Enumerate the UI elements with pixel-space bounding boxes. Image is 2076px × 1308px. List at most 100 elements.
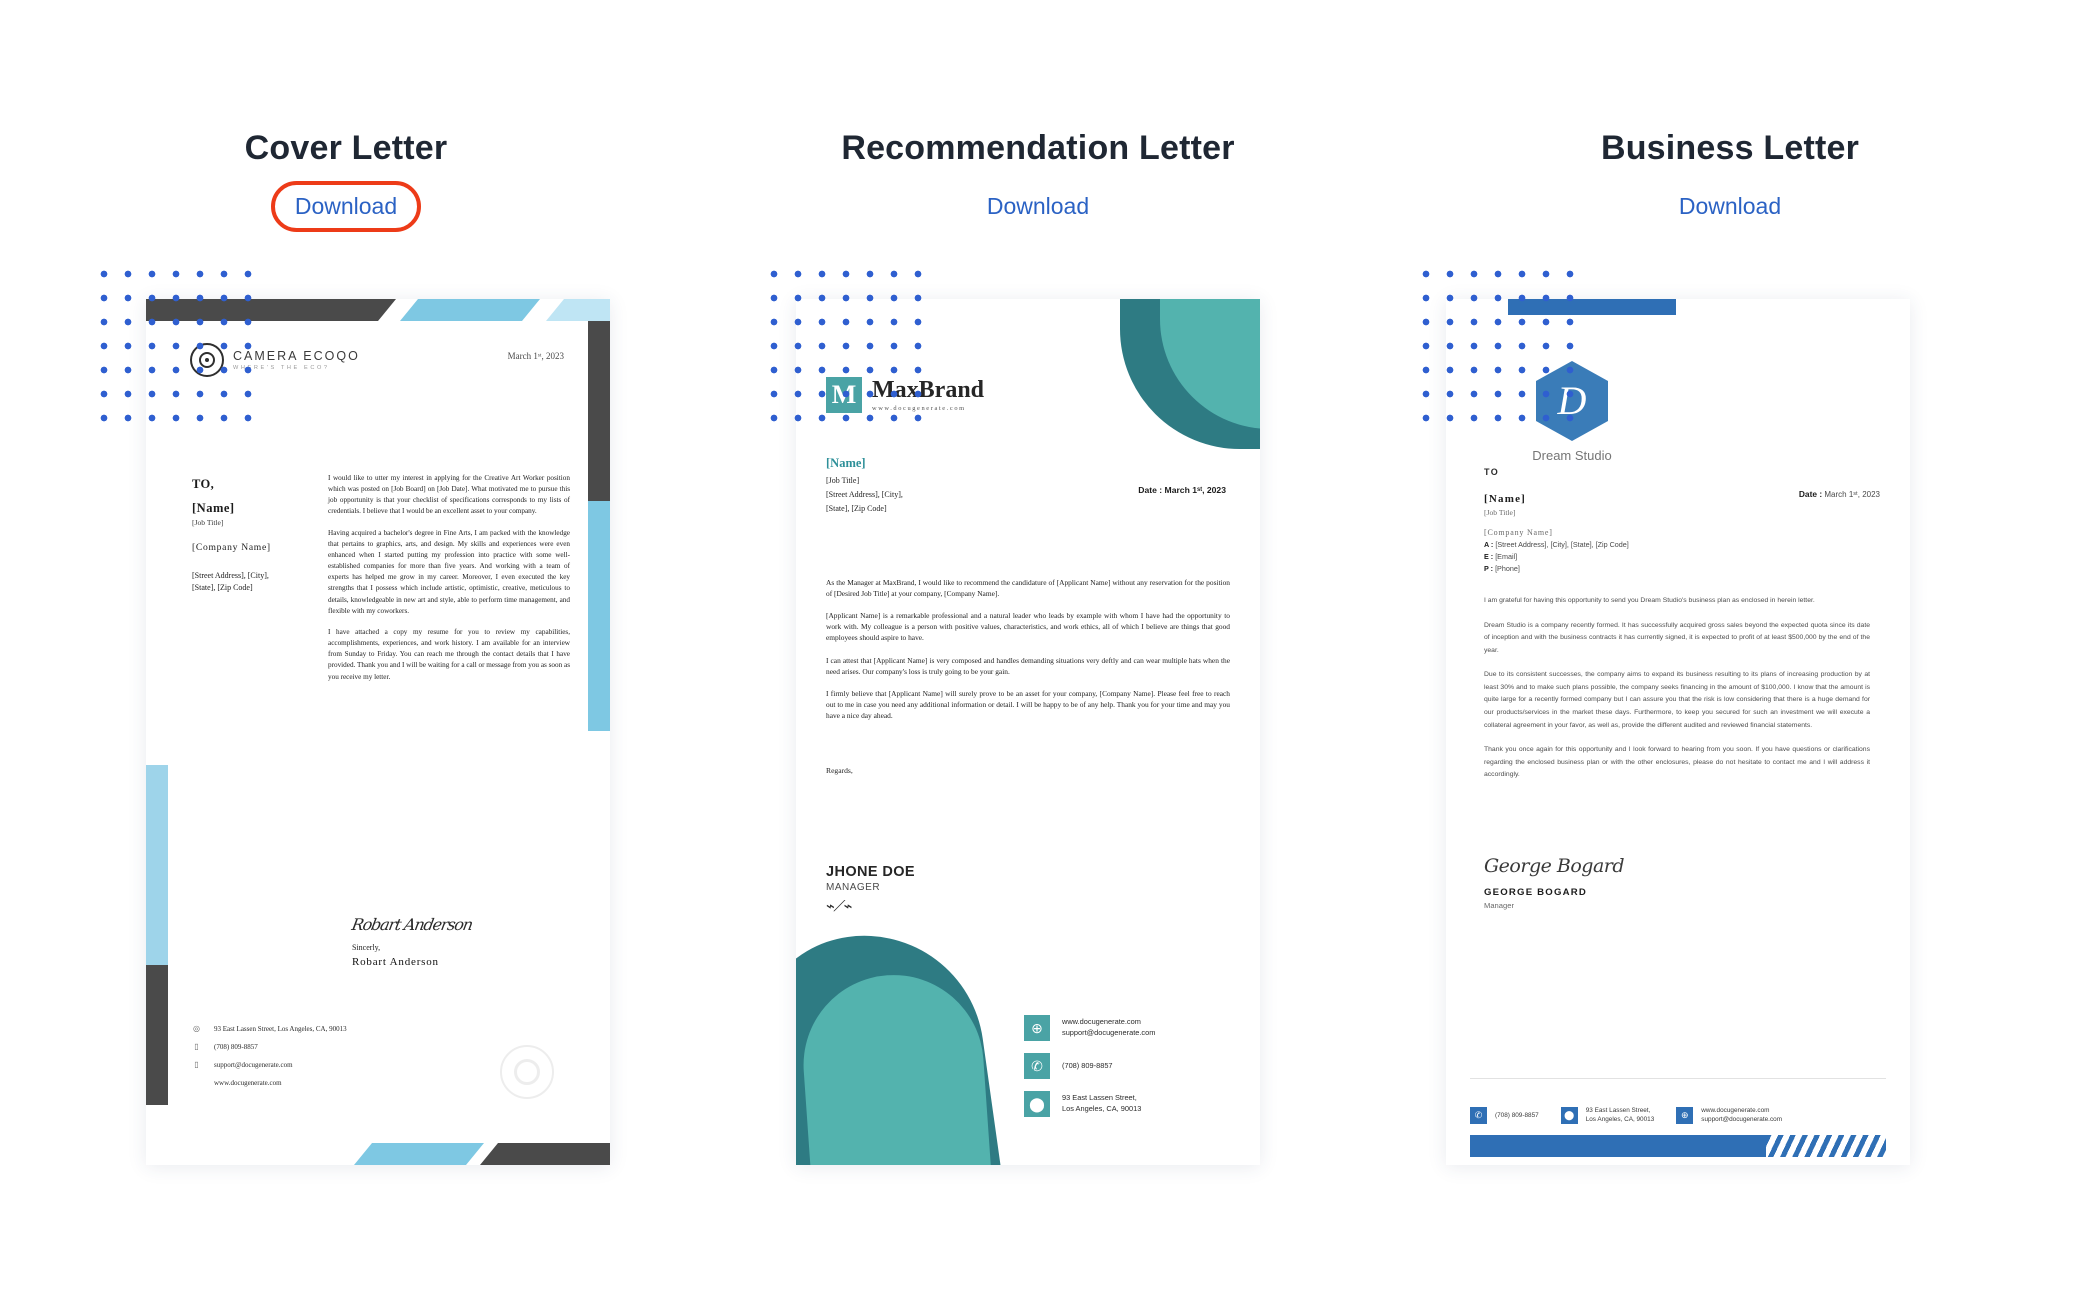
footer-address: 93 East Lassen Street, Los Angeles, CA, …: [214, 1024, 347, 1033]
recipient-company: [Company Name]: [192, 542, 271, 553]
signature-role: Manager: [1484, 901, 1514, 910]
recipient-block: TO [Name] [Job Title] [Company Name] A :…: [1484, 467, 1629, 573]
bottom-blue-bar: [1470, 1135, 1886, 1157]
footer-website: www.docugenerate.com: [1062, 1017, 1141, 1027]
dot-grid-decoration-3: [1410, 258, 1578, 438]
letter-date: March 1ˢᵗ, 2023: [1824, 490, 1880, 499]
footer-address-line2: Los Angeles, CA, 90013: [1585, 1116, 1655, 1124]
footer-web-row: ⊕ www.docugenerate.com support@docugener…: [1676, 1106, 1782, 1125]
signature-script: ⌁⟋⌁: [824, 897, 853, 915]
recipient-address: [Street Address], [City], [State], [Zip …: [192, 570, 312, 595]
recipient-name: [Name]: [826, 456, 866, 470]
email-icon: ▯: [194, 1060, 199, 1069]
letter-body: As the Manager at MaxBrand, I would like…: [826, 577, 1230, 732]
recipient-address-line1: [Street Address], [City],: [826, 490, 903, 499]
templates-gallery-page: Cover Letter Download Recommendation Let…: [0, 0, 2076, 1308]
recipient-name: [Name]: [192, 501, 235, 515]
recipient-job-title: [Job Title]: [826, 476, 860, 485]
right-dark-strip: [588, 321, 610, 501]
globe-icon: ⊕: [1024, 1015, 1050, 1041]
download-link-business[interactable]: Download: [1661, 187, 1799, 226]
bottom-bar-solid: [1470, 1135, 1766, 1157]
footer-phone: (708) 809-8857: [214, 1042, 258, 1051]
body-paragraph: Due to its consistent successes, the com…: [1484, 671, 1870, 729]
letter-date: March 1ˢᵗ, 2023: [507, 351, 564, 361]
footer-web-text: www.docugenerate.com support@docugenerat…: [1701, 1106, 1782, 1125]
date-label: Date :: [1798, 489, 1823, 499]
letter-date-block: Date : March 1ˢᵗ, 2023: [1799, 489, 1880, 499]
cover-bottom-band: [146, 1143, 610, 1165]
phone-icon: ▯: [194, 1042, 199, 1051]
footer-phone-row: ▯ (708) 809-8857: [192, 1041, 347, 1052]
recipient-address-line1: [Street Address], [City],: [192, 571, 269, 580]
recipient-to-label: TO: [1484, 467, 1500, 477]
footer-phone-row: ✆ (708) 809-8857: [1470, 1106, 1539, 1125]
footer-address-row: ⬤ 93 East Lassen Street, Los Angeles, CA…: [1560, 1106, 1655, 1125]
body-paragraph: Having acquired a bachelor's degree in F…: [328, 528, 570, 615]
footer-website-row: www.docugenerate.com: [192, 1077, 347, 1088]
download-wrapper-cover: Download: [270, 181, 422, 232]
signature-block: Robart Anderson Sincerly, Robart Anderso…: [350, 915, 542, 968]
dot-grid-decoration-1: [88, 258, 256, 438]
recipient-phone-row: P : [Phone]: [1484, 564, 1629, 573]
footer-phone: (708) 809-8857: [1495, 1111, 1539, 1119]
signature-closing: Sincerly,: [352, 943, 381, 952]
body-paragraph: [Applicant Name] is a remarkable profess…: [826, 611, 1230, 643]
footer-address-line2: Los Angeles, CA, 90013: [1062, 1104, 1142, 1113]
location-pin-icon: ◎: [193, 1024, 200, 1033]
signature-name: JHONE DOE: [826, 864, 916, 880]
spacer-icon: [192, 1077, 201, 1088]
dot-grid-decoration-2: [758, 258, 926, 438]
footer-address-row: ◎ 93 East Lassen Street, Los Angeles, CA…: [192, 1023, 347, 1034]
band-light-blue: [546, 299, 610, 321]
phone-key: P :: [1484, 564, 1494, 573]
footer-website: www.docugenerate.com: [1701, 1106, 1770, 1114]
recipient-block: [Name] [Job Title] [Street Address], [Ci…: [826, 456, 903, 513]
signature-block: JHONE DOE MANAGER ⌁⟋⌁: [824, 864, 916, 915]
letter-regards: Regards,: [826, 766, 853, 775]
download-link-cover[interactable]: Download: [277, 187, 415, 226]
recipient-address-line2: [State], [Zip Code]: [192, 583, 253, 593]
bottom-band-dark: [480, 1143, 610, 1165]
footer-contact: ⊕ www.docugenerate.com support@docugener…: [1024, 1015, 1234, 1129]
footer-email-row: ▯ support@docugenerate.com: [192, 1059, 347, 1070]
email-key: E :: [1484, 552, 1494, 561]
bottom-band-blue: [354, 1143, 484, 1165]
body-paragraph: I am grateful for having this opportunit…: [1484, 597, 1815, 604]
recipient-address-line2: [State], [Zip Code]: [826, 504, 887, 513]
phone-icon: ✆: [1024, 1053, 1050, 1079]
bottom-wave-decoration: [796, 915, 1026, 1165]
footer-contact: ◎ 93 East Lassen Street, Los Angeles, CA…: [192, 1023, 347, 1095]
bottom-bar-stripes: [1766, 1135, 1886, 1157]
footer-web-row: ⊕ www.docugenerate.com support@docugener…: [1024, 1015, 1234, 1041]
footer-email: support@docugenerate.com: [1701, 1116, 1783, 1124]
recipient-block: TO, [Name] [Job Title] [Company Name] [S…: [192, 477, 312, 595]
letter-body: I am grateful for having this opportunit…: [1484, 595, 1870, 794]
band-mid-blue: [400, 299, 540, 321]
signature-script: Robart Anderson: [350, 915, 474, 934]
download-wrapper-business: Download: [1661, 187, 1799, 226]
footer-email: support@docugenerate.com: [214, 1060, 293, 1069]
footer-address-line1: 93 East Lassen Street,: [1585, 1106, 1651, 1114]
right-blue-strip: [588, 501, 610, 731]
page-title-cover-letter: Cover Letter: [244, 129, 448, 167]
footer-email: support@docugenerate.com: [1062, 1028, 1156, 1037]
footer-web-text: www.docugenerate.com support@docugenerat…: [1062, 1017, 1155, 1038]
body-paragraph: I would like to utter my interest in app…: [328, 474, 570, 516]
body-paragraph: As the Manager at MaxBrand, I would like…: [826, 578, 1230, 599]
download-wrapper-recommendation: Download: [969, 187, 1107, 226]
footer-contact: ✆ (708) 809-8857 ⬤ 93 East Lassen Street…: [1470, 1106, 1886, 1125]
logo-name: Dream Studio: [1532, 448, 1612, 463]
body-paragraph: Thank you once again for this opportunit…: [1484, 746, 1870, 779]
page-title-business-letter: Business Letter: [1600, 129, 1860, 167]
footer-address-line1: 93 East Lassen Street,: [1062, 1093, 1137, 1103]
recipient-email-row: E : [Email]: [1484, 552, 1629, 561]
location-pin-icon: ⬤: [1560, 1106, 1578, 1124]
download-link-recommendation[interactable]: Download: [969, 187, 1107, 226]
signature-name: Robart Anderson: [352, 956, 439, 968]
recipient-phone: [Phone]: [1495, 564, 1520, 573]
camera-watermark-icon: [500, 1045, 554, 1099]
left-dark-strip: [146, 965, 168, 1105]
letter-body: I would like to utter my interest in app…: [328, 473, 570, 693]
signature-block: George Bogard GEORGE BOGARD Manager: [1484, 855, 1625, 910]
